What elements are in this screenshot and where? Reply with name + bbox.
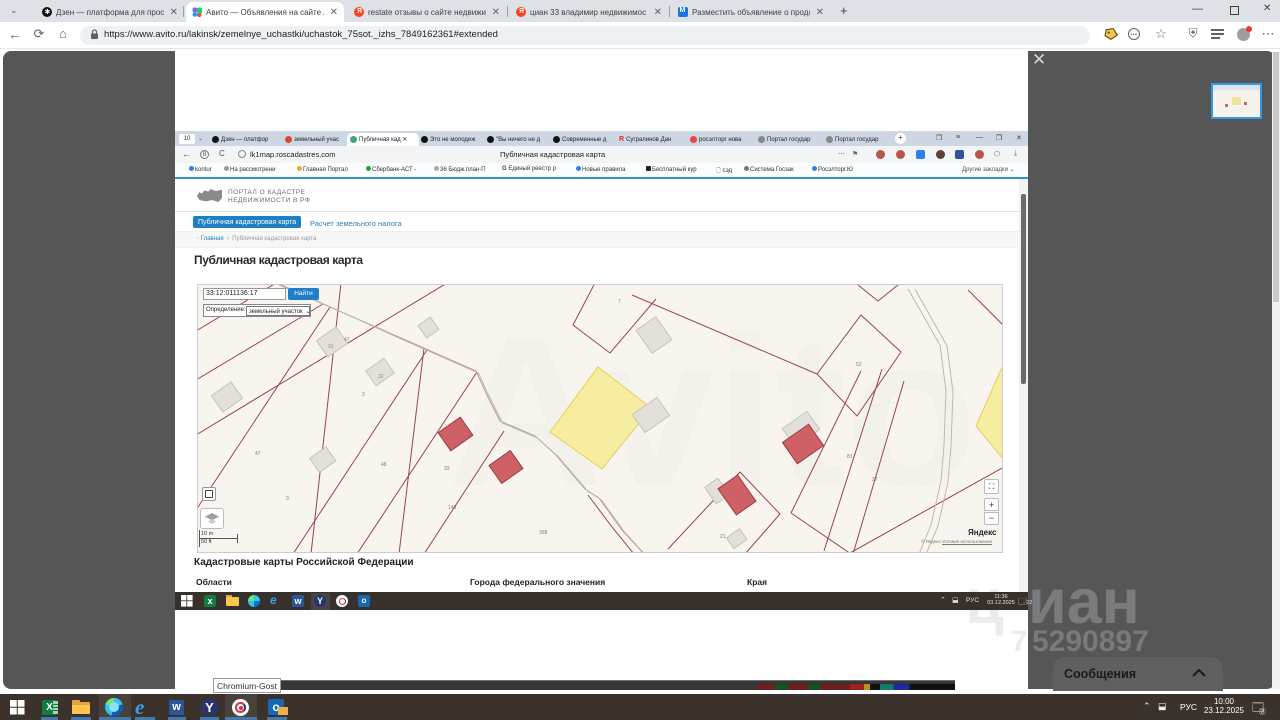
svg-text:2: 2 [362,392,365,398]
svg-text:7: 7 [618,299,621,305]
svg-text:81: 81 [847,454,853,460]
svg-text:33: 33 [444,466,450,472]
svg-text:3: 3 [286,496,289,502]
svg-text:358: 358 [539,530,548,536]
svg-text:52: 52 [856,362,862,368]
svg-text:21: 21 [720,534,726,540]
svg-text:47: 47 [255,451,261,457]
svg-text:31: 31 [328,344,334,350]
svg-text:27: 27 [872,477,878,483]
svg-text:48: 48 [381,462,387,468]
svg-text:47: 47 [344,337,350,343]
svg-text:32: 32 [378,374,384,380]
svg-text:149: 149 [448,505,457,511]
